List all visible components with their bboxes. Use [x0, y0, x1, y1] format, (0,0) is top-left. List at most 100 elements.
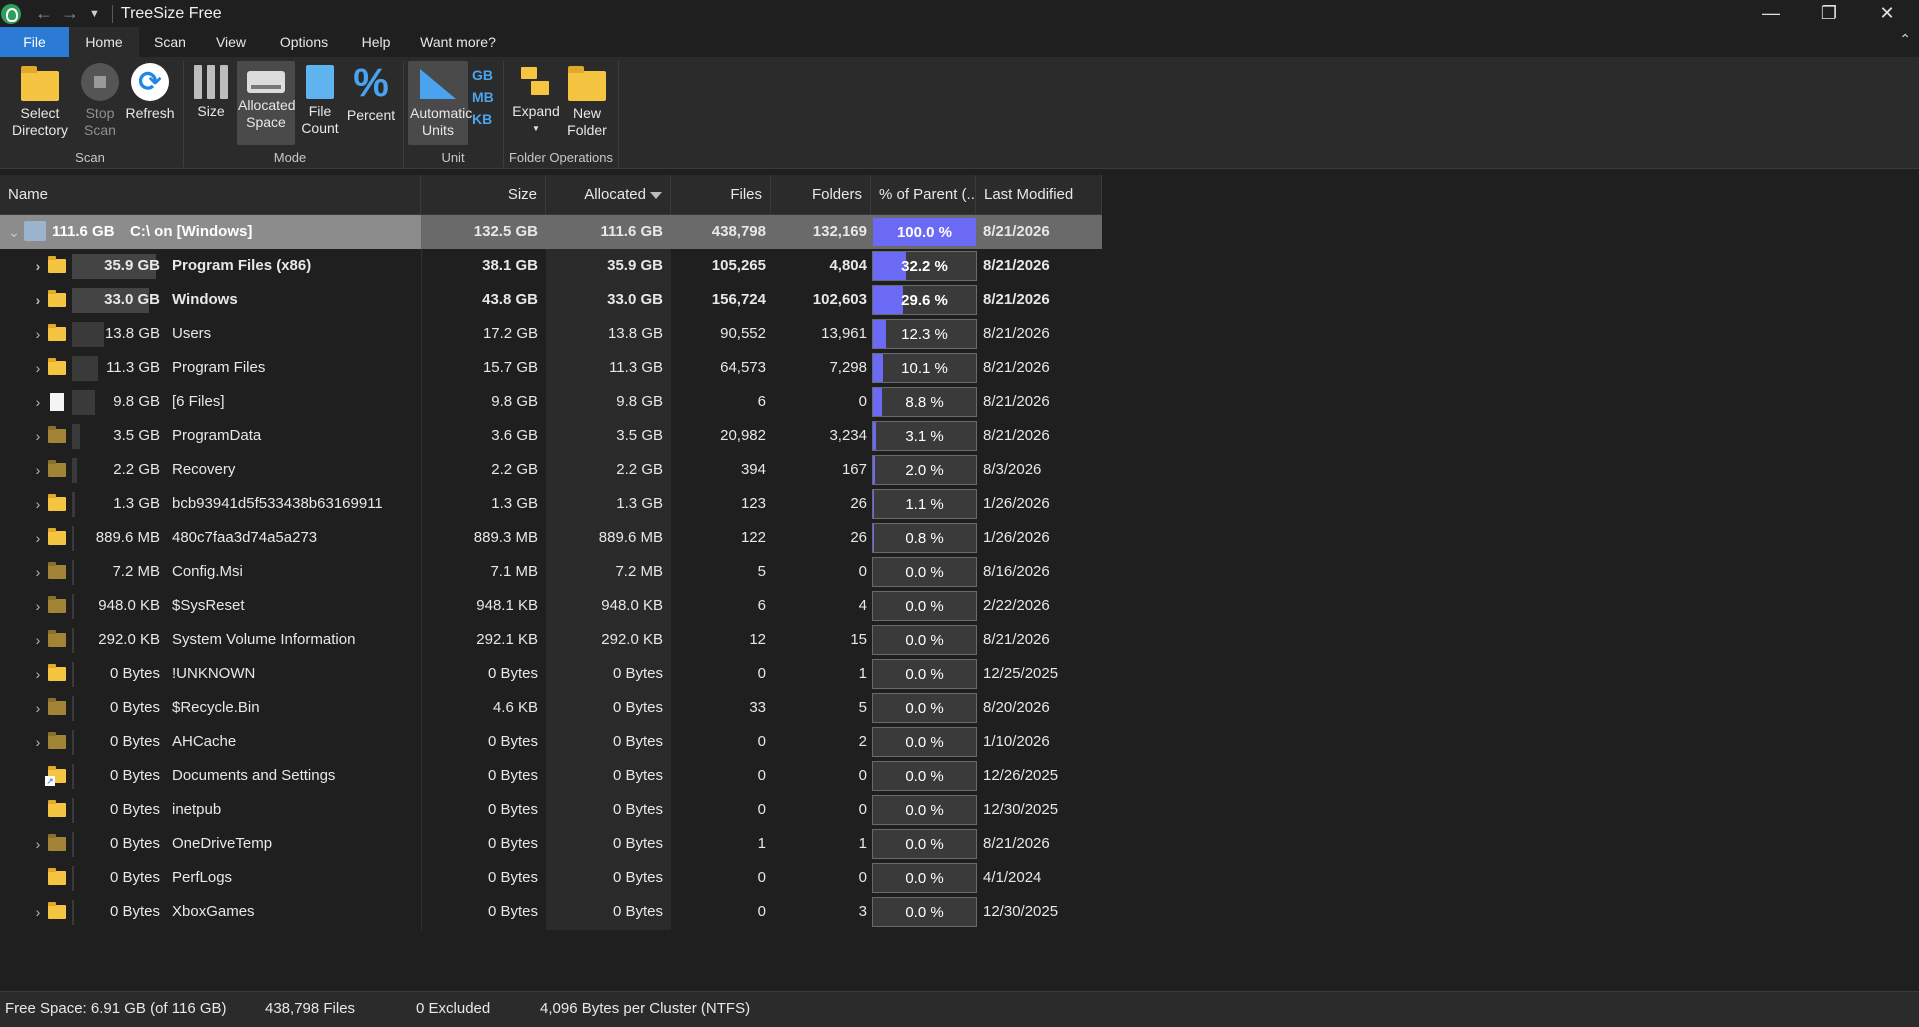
size-mode-button[interactable]: Size: [193, 65, 229, 120]
table-row[interactable]: › 9.8 GB [6 Files]: [0, 385, 1102, 419]
folder-dark-icon: [48, 426, 66, 443]
unit-gb-button[interactable]: GB: [472, 64, 494, 86]
column-last-modified[interactable]: Last Modified: [976, 175, 1102, 215]
percent-button[interactable]: % Percent: [345, 63, 397, 124]
column-percent-of-parent[interactable]: % of Parent (...: [871, 175, 976, 215]
table-row[interactable]: › 0 Bytes XboxGames: [0, 895, 1102, 929]
table-row[interactable]: › 1.3 GB bcb93941d5f533438b63169911: [0, 487, 1102, 521]
expand-chevron-icon[interactable]: ›: [30, 623, 46, 657]
table-row[interactable]: 0 Bytes inetpub: [0, 793, 1102, 827]
tab-view[interactable]: View: [206, 27, 256, 57]
expand-chevron-icon[interactable]: ›: [30, 691, 46, 725]
table-row[interactable]: › 948.0 KB $SysReset: [0, 589, 1102, 623]
expand-chevron-icon[interactable]: ›: [30, 317, 46, 351]
new-folder-icon: [568, 66, 606, 101]
table-row[interactable]: › 35.9 GB Program Files (x86): [0, 249, 1102, 283]
table-row[interactable]: 0 Bytes Documents and Settings: [0, 759, 1102, 793]
tree-table: Name Size Allocated Files Folders % of P…: [0, 175, 1919, 991]
percent-text: 100.0 %: [896, 224, 953, 241]
minimize-button[interactable]: —: [1742, 0, 1800, 27]
allocated-label: 35.9 GB: [104, 257, 160, 274]
folders-cell: 132,169: [812, 223, 867, 240]
column-name[interactable]: Name: [0, 175, 421, 215]
item-name: Program Files: [172, 359, 266, 376]
title-bar: ← → ▼ TreeSize Free — ❐ ✕: [0, 0, 1919, 27]
status-free-space: Free Space: 6.91 GB (of 116 GB): [5, 1000, 227, 1017]
expand-button[interactable]: Expand ▼: [511, 65, 561, 137]
close-button[interactable]: ✕: [1858, 0, 1916, 27]
tab-help[interactable]: Help: [355, 27, 397, 57]
select-directory-label: Select Directory: [11, 105, 68, 138]
tab-file[interactable]: File: [0, 27, 69, 57]
expand-chevron-icon[interactable]: ›: [30, 487, 46, 521]
table-row[interactable]: › 889.6 MB 480c7faa3d74a5a273: [0, 521, 1102, 555]
restore-button[interactable]: ❐: [1800, 0, 1858, 27]
allocated-label: 0 Bytes: [109, 801, 160, 818]
item-name: Documents and Settings: [172, 767, 336, 784]
back-arrow-icon[interactable]: ←: [35, 3, 53, 24]
folder-icon: [48, 290, 66, 307]
table-row[interactable]: › 3.5 GB ProgramData: [0, 419, 1102, 453]
table-row[interactable]: › 0 Bytes !UNKNOWN: [0, 657, 1102, 691]
forward-arrow-icon[interactable]: →: [61, 3, 79, 24]
folder-icon: [48, 256, 66, 273]
column-size[interactable]: Size: [421, 175, 546, 215]
tab-want-more[interactable]: Want more?: [417, 27, 499, 57]
percent-label: Percent: [346, 107, 396, 123]
tab-options[interactable]: Options: [274, 27, 334, 57]
drive-icon: [247, 71, 285, 93]
folder-icon: [48, 494, 66, 511]
expand-chevron-icon[interactable]: ›: [30, 725, 46, 759]
group-label-scan: Scan: [75, 150, 105, 165]
unit-mb-button[interactable]: MB: [472, 86, 494, 108]
table-row[interactable]: › 0 Bytes $Recycle.Bin: [0, 691, 1102, 725]
table-row[interactable]: 0 Bytes PerfLogs: [0, 861, 1102, 895]
expand-chevron-icon[interactable]: ›: [30, 385, 46, 419]
table-row[interactable]: › 13.8 GB Users: [0, 317, 1102, 351]
expand-chevron-icon[interactable]: ›: [30, 589, 46, 623]
table-row[interactable]: › 292.0 KB System Volume Information: [0, 623, 1102, 657]
folder-link-icon: [45, 766, 66, 786]
table-row[interactable]: › 0 Bytes AHCache: [0, 725, 1102, 759]
expand-chevron-icon[interactable]: ›: [30, 351, 46, 385]
tab-scan[interactable]: Scan: [146, 27, 194, 57]
column-folders[interactable]: Folders: [771, 175, 871, 215]
stop-icon: [81, 63, 119, 101]
allocated-label: 1.3 GB: [113, 495, 160, 512]
stop-scan-button[interactable]: Stop Scan: [77, 63, 123, 139]
table-row[interactable]: › 11.3 GB Program Files: [0, 351, 1102, 385]
expand-chevron-icon[interactable]: ›: [30, 895, 46, 929]
expand-chevron-icon[interactable]: ›: [30, 419, 46, 453]
table-row[interactable]: ⌄ 111.6 GB C:\ on [Windows]: [0, 215, 421, 249]
expand-chevron-icon[interactable]: ›: [30, 521, 46, 555]
collapse-ribbon-icon[interactable]: ⌃: [1899, 31, 1911, 48]
expand-chevron-icon[interactable]: ›: [30, 453, 46, 487]
folder-icon: [48, 800, 66, 817]
quick-access-dropdown-icon[interactable]: ▼: [89, 8, 100, 20]
tab-home[interactable]: Home: [69, 27, 139, 57]
expand-chevron-icon[interactable]: ›: [30, 249, 46, 283]
collapse-chevron-icon[interactable]: ⌄: [6, 215, 22, 249]
item-name: C:\ on [Windows]: [130, 223, 253, 240]
allocated-space-button[interactable]: Allocated Space: [237, 61, 296, 145]
folder-dark-icon: [48, 732, 66, 749]
file-count-button[interactable]: File Count: [297, 65, 343, 137]
table-row[interactable]: › 0 Bytes OneDriveTemp: [0, 827, 1102, 861]
folder-icon: [48, 324, 66, 341]
new-folder-button[interactable]: New Folder: [563, 65, 611, 139]
refresh-button[interactable]: ⟳ Refresh: [125, 63, 175, 122]
expand-chevron-icon[interactable]: ›: [30, 827, 46, 861]
table-row[interactable]: › 33.0 GB Windows: [0, 283, 1102, 317]
column-allocated[interactable]: Allocated: [546, 175, 671, 215]
select-directory-button[interactable]: Select Directory: [5, 65, 75, 139]
window-title: TreeSize Free: [120, 4, 222, 22]
table-row[interactable]: › 7.2 MB Config.Msi: [0, 555, 1102, 589]
unit-kb-button[interactable]: KB: [472, 108, 494, 130]
expand-chevron-icon[interactable]: ›: [30, 283, 46, 317]
expand-chevron-icon[interactable]: ›: [30, 555, 46, 589]
table-row[interactable]: › 2.2 GB Recovery: [0, 453, 1102, 487]
automatic-units-button[interactable]: Automatic Units: [408, 61, 472, 145]
expand-chevron-icon[interactable]: ›: [30, 657, 46, 691]
column-files[interactable]: Files: [671, 175, 771, 215]
allocated-label: 111.6 GB: [52, 223, 115, 240]
